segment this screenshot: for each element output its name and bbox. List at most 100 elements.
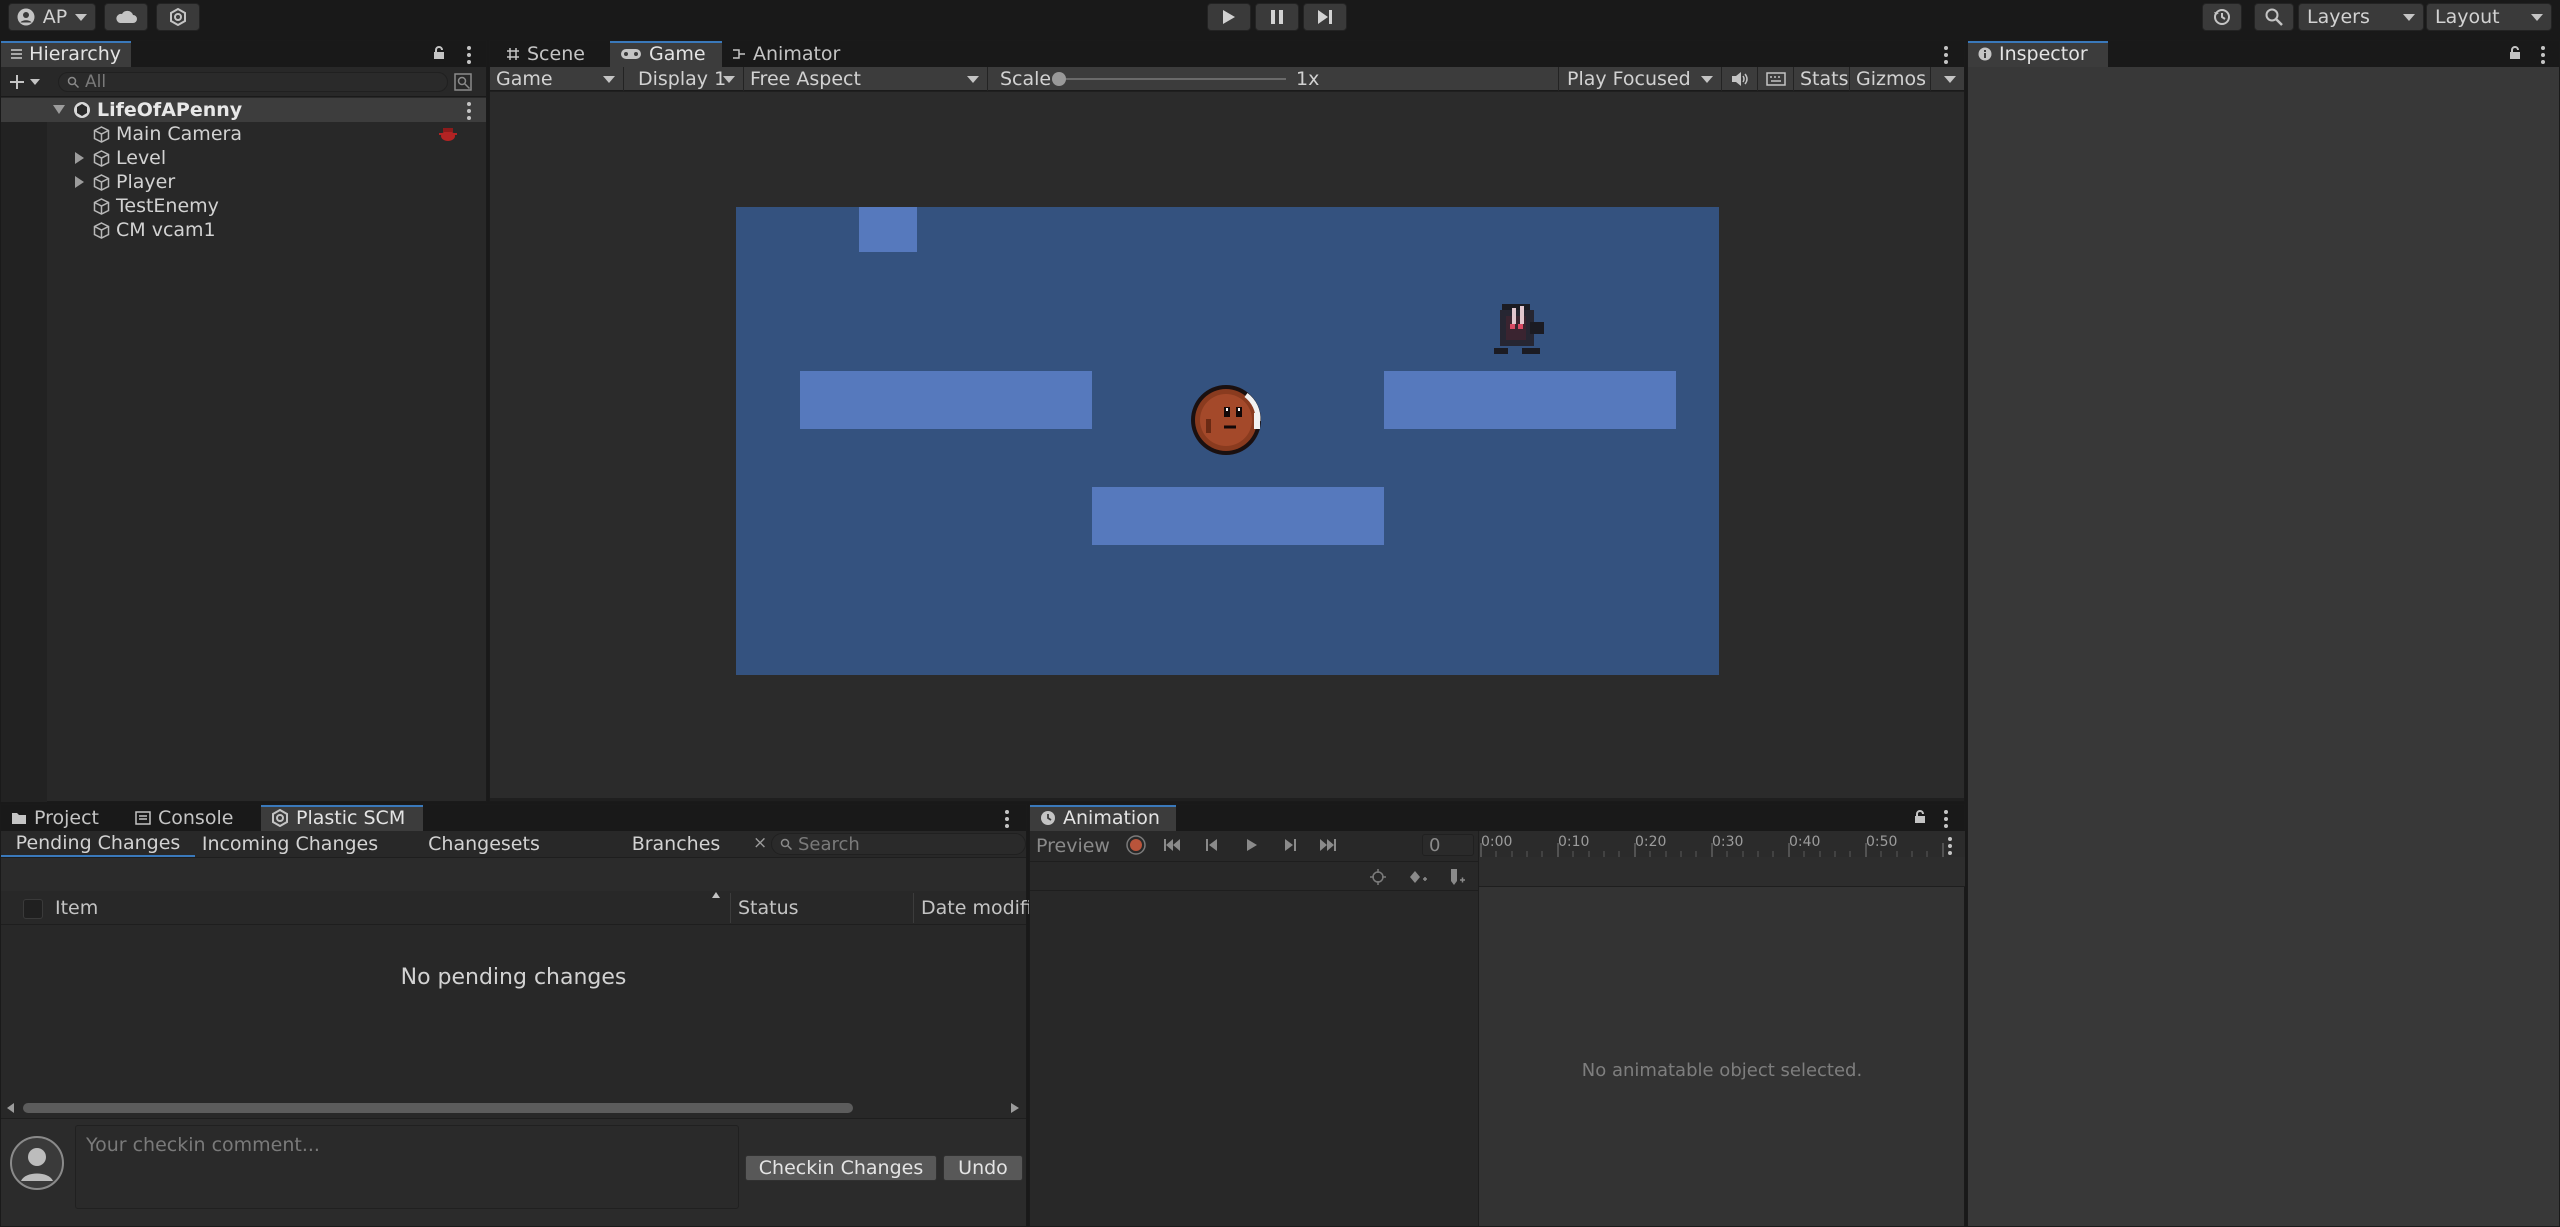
more-options-icon[interactable]	[1944, 810, 1948, 828]
scrollbar-thumb[interactable]	[23, 1103, 853, 1113]
account-dropdown[interactable]: AP	[8, 3, 96, 31]
filter-by-selection-icon[interactable]	[1370, 869, 1386, 885]
lock-icon[interactable]	[1914, 810, 1926, 824]
first-keyframe-button[interactable]	[1162, 835, 1182, 855]
hierarchy-item-main-camera[interactable]: Main Camera	[1, 122, 486, 146]
shortcuts-button[interactable]	[1758, 67, 1794, 91]
column-status[interactable]: Status	[738, 897, 799, 919]
tab-label: Plastic SCM	[296, 807, 406, 829]
column-divider[interactable]	[913, 893, 914, 923]
animator-icon	[733, 49, 745, 59]
hierarchy-item-cm-vcam1[interactable]: CM vcam1	[1, 218, 486, 242]
column-date-modified[interactable]: Date modifie	[921, 897, 1044, 919]
scene-options-icon[interactable]	[467, 102, 471, 120]
hierarchy-item-player[interactable]: Player	[1, 170, 486, 194]
tab-animation[interactable]: Animation	[1030, 805, 1176, 831]
tab-game[interactable]: Game	[610, 41, 722, 67]
pause-button[interactable]	[1255, 3, 1299, 31]
layers-dropdown[interactable]: Layers	[2298, 3, 2424, 31]
play-button[interactable]	[1207, 3, 1251, 31]
play-mode-select[interactable]: Play Focused	[1558, 67, 1722, 91]
expand-arrow-down-icon[interactable]	[53, 105, 65, 115]
lock-icon[interactable]	[2509, 46, 2521, 60]
add-event-icon[interactable]	[1448, 868, 1466, 886]
inspector-tabbar: Inspector	[1968, 41, 2559, 67]
step-button[interactable]	[1303, 3, 1347, 31]
gizmos-button[interactable]: Gizmos	[1850, 67, 1930, 91]
last-keyframe-button[interactable]	[1318, 835, 1338, 855]
layout-dropdown[interactable]: Layout	[2426, 3, 2552, 31]
enemy-sprite	[1494, 304, 1544, 354]
scroll-right-icon[interactable]	[1011, 1103, 1019, 1113]
add-object-button[interactable]	[9, 74, 40, 90]
checkin-changes-button[interactable]: Checkin Changes	[745, 1155, 937, 1181]
scale-slider-track[interactable]	[1056, 78, 1286, 80]
mute-audio-button[interactable]	[1722, 67, 1758, 91]
next-keyframe-button[interactable]	[1280, 835, 1300, 855]
select-all-checkbox[interactable]	[23, 899, 43, 919]
scale-control: Scale 1x	[988, 67, 1558, 91]
add-keyframe-icon[interactable]	[1408, 869, 1428, 885]
column-item[interactable]: Item	[55, 897, 98, 919]
tab-label: Project	[34, 807, 100, 829]
tab-console[interactable]: Console	[125, 805, 243, 831]
timeline-options-icon[interactable]	[1948, 837, 1952, 855]
play-icon	[1247, 839, 1257, 851]
collab-button[interactable]	[156, 3, 200, 31]
more-options-icon[interactable]	[2541, 46, 2545, 64]
tab-label: Console	[158, 807, 234, 829]
tab-project[interactable]: Project	[1, 805, 109, 831]
frame-input[interactable]: 0	[1422, 834, 1474, 856]
folder-icon	[12, 812, 26, 824]
play-animation-button[interactable]	[1242, 835, 1262, 855]
cloud-button[interactable]	[104, 3, 148, 31]
aspect-select[interactable]: Free Aspect	[744, 67, 988, 91]
lock-icon[interactable]	[433, 46, 445, 60]
more-options-icon[interactable]	[1944, 46, 1948, 64]
tab-plastic-scm[interactable]: Plastic SCM	[261, 805, 423, 831]
view-select[interactable]: Game	[490, 67, 624, 91]
subtab-pending-changes[interactable]: Pending Changes	[1, 831, 195, 857]
plastic-search-input[interactable]: Search	[771, 833, 1026, 855]
tab-animator[interactable]: Animator	[722, 41, 850, 67]
next-key-icon	[1285, 839, 1296, 851]
more-options-icon[interactable]	[1005, 810, 1009, 828]
record-icon[interactable]	[1126, 835, 1146, 855]
scene-row[interactable]: LifeOfAPenny	[1, 98, 486, 122]
display-select[interactable]: Display 1	[624, 67, 744, 91]
gizmos-dropdown[interactable]	[1930, 67, 1964, 91]
scale-slider-thumb[interactable]	[1052, 72, 1066, 86]
search-button[interactable]	[2254, 3, 2294, 31]
tab-scene[interactable]: Scene	[496, 41, 595, 67]
subtab-label: Pending Changes	[15, 832, 181, 854]
expand-arrow-right-icon[interactable]	[75, 176, 85, 188]
column-divider[interactable]	[730, 893, 731, 923]
hierarchy-item-level[interactable]: Level	[1, 146, 486, 170]
subtab-changesets[interactable]: Changesets	[385, 831, 583, 857]
close-search-icon[interactable]: ×	[753, 833, 767, 853]
subtab-incoming-changes[interactable]: Incoming Changes	[195, 831, 385, 857]
hierarchy-item-testenemy[interactable]: TestEnemy	[1, 194, 486, 218]
undo-history-button[interactable]	[2202, 3, 2242, 31]
preview-button[interactable]: Preview	[1036, 835, 1110, 857]
undo-button[interactable]: Undo	[943, 1155, 1023, 1181]
bug-warning-icon	[439, 128, 457, 141]
chevron-down-icon	[2403, 13, 2415, 21]
scroll-left-icon[interactable]	[7, 1103, 15, 1113]
timeline-ruler[interactable]: 0:00 0:10 0:20 0:30 0:40 0:50	[1479, 831, 1965, 857]
hierarchy-tabbar: Hierarchy	[1, 41, 486, 67]
previous-keyframe-button[interactable]	[1202, 835, 1222, 855]
tab-inspector[interactable]: Inspector	[1968, 41, 2108, 67]
hierarchy-search-input[interactable]: All	[58, 71, 448, 92]
stats-button[interactable]: Stats	[1794, 67, 1850, 91]
event-lane[interactable]	[1479, 857, 1965, 887]
expand-arrow-right-icon[interactable]	[75, 152, 85, 164]
game-view[interactable]	[490, 92, 1964, 798]
chevron-down-icon	[2531, 13, 2543, 21]
horizontal-scrollbar[interactable]	[1, 1098, 1026, 1118]
subtab-branches[interactable]: Branches	[583, 831, 769, 857]
tab-hierarchy[interactable]: Hierarchy	[1, 41, 131, 67]
checkin-comment-input[interactable]: Your checkin comment...	[75, 1125, 739, 1209]
scene-visibility-icon[interactable]	[454, 72, 472, 91]
more-options-icon[interactable]	[467, 46, 471, 64]
